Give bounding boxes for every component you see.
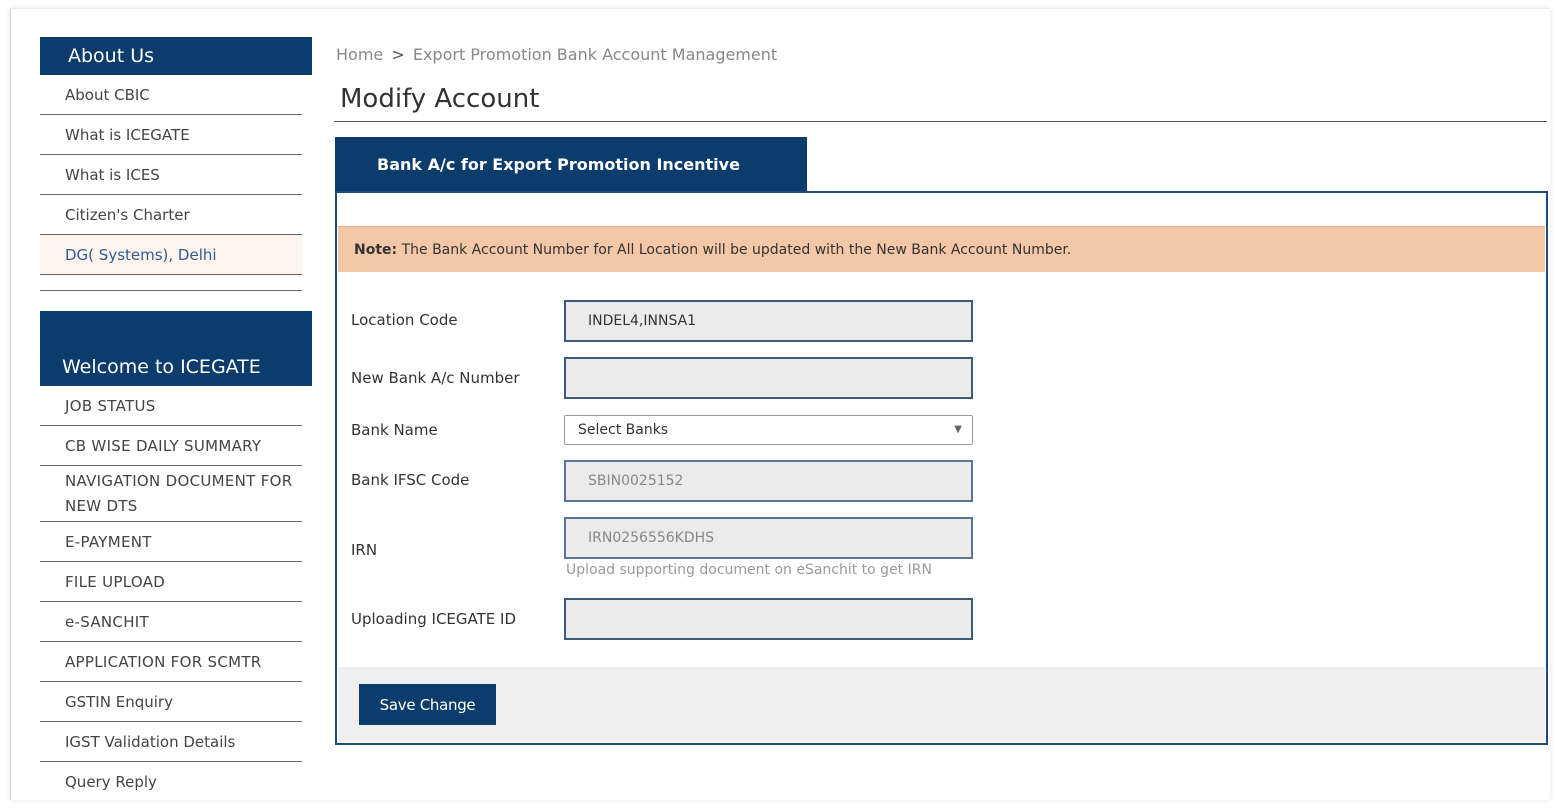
about-us-list: About CBIC What is ICEGATE What is ICES …	[40, 75, 304, 291]
bank-name-selected: Select Banks	[578, 422, 669, 438]
new-account-field[interactable]	[564, 357, 973, 399]
chevron-down-icon: ▼	[954, 424, 962, 435]
sidebar: About Us About CBIC What is ICEGATE What…	[40, 37, 312, 802]
sidebar-item-what-is-ices[interactable]: What is ICES	[40, 155, 302, 195]
sidebar-item-navigation-document[interactable]: NAVIGATION DOCUMENT FOR NEW DTS	[40, 466, 302, 522]
note-prefix: Note:	[354, 242, 398, 258]
new-account-label: New Bank A/c Number	[351, 369, 520, 387]
irn-label: IRN	[351, 541, 378, 559]
form-panel: Note: The Bank Account Number for All Lo…	[335, 191, 1548, 745]
note-text: The Bank Account Number for All Location…	[401, 242, 1072, 258]
sidebar-item-dg-systems[interactable]: DG( Systems), Delhi	[40, 235, 302, 275]
breadcrumb-current: Export Promotion Bank Account Management	[412, 45, 778, 64]
form-footer: Save Change	[338, 667, 1545, 742]
uploading-id-field[interactable]	[564, 598, 973, 640]
note-banner: Note: The Bank Account Number for All Lo…	[338, 226, 1545, 272]
tab-export-promotion-account[interactable]: Bank A/c for Export Promotion Incentive	[335, 137, 807, 192]
sidebar-item-job-status[interactable]: JOB STATUS	[40, 386, 302, 426]
location-code-field[interactable]: INDEL4,INNSA1	[564, 300, 973, 342]
save-change-button[interactable]: Save Change	[359, 684, 496, 725]
sidebar-item-what-is-icegate[interactable]: What is ICEGATE	[40, 115, 302, 155]
ifsc-label: Bank IFSC Code	[351, 471, 470, 489]
title-divider	[334, 121, 1547, 122]
sidebar-item-igst-validation[interactable]: IGST Validation Details	[40, 722, 302, 762]
sidebar-spacer	[40, 275, 302, 291]
sidebar-item-citizens-charter[interactable]: Citizen's Charter	[40, 195, 302, 235]
about-us-heading: About Us	[40, 37, 312, 75]
sidebar-item-file-upload[interactable]: FILE UPLOAD	[40, 562, 302, 602]
uploading-id-label: Uploading ICEGATE ID	[351, 610, 516, 628]
breadcrumb: Home > Export Promotion Bank Account Man…	[336, 45, 777, 64]
bank-name-label: Bank Name	[351, 421, 438, 439]
page-title: Modify Account	[340, 84, 540, 114]
ifsc-field[interactable]: SBIN0025152	[564, 460, 973, 502]
welcome-heading: Welcome to ICEGATE	[40, 311, 312, 386]
breadcrumb-home-link[interactable]: Home	[336, 45, 383, 64]
breadcrumb-separator: >	[391, 45, 405, 64]
irn-hint: Upload supporting document on eSanchit t…	[566, 562, 932, 578]
sidebar-item-gstin-enquiry[interactable]: GSTIN Enquiry	[40, 682, 302, 722]
sidebar-item-e-payment[interactable]: E-PAYMENT	[40, 522, 302, 562]
sidebar-item-application-for-scmtr[interactable]: APPLICATION FOR SCMTR	[40, 642, 302, 682]
irn-field[interactable]: IRN0256556KDHS	[564, 517, 973, 559]
location-code-label: Location Code	[351, 311, 458, 329]
sidebar-item-cb-wise-daily-summary[interactable]: CB WISE DAILY SUMMARY	[40, 426, 302, 466]
welcome-list: JOB STATUS CB WISE DAILY SUMMARY NAVIGAT…	[40, 386, 304, 802]
sidebar-item-query-reply[interactable]: Query Reply	[40, 762, 302, 802]
bank-name-select[interactable]: Select Banks ▼	[564, 415, 973, 445]
sidebar-item-about-cbic[interactable]: About CBIC	[40, 75, 302, 115]
sidebar-item-e-sanchit[interactable]: e-SANCHIT	[40, 602, 302, 642]
